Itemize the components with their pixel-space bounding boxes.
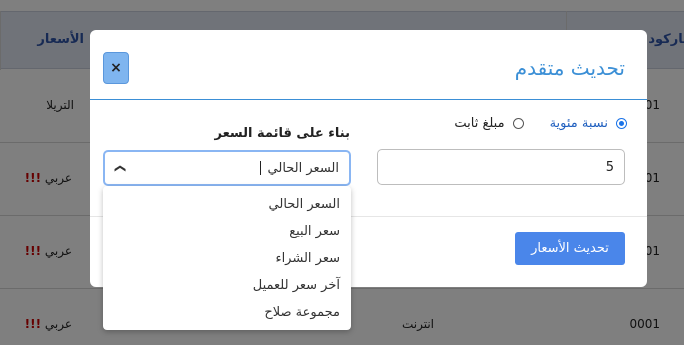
dropdown-option[interactable]: سعر البيع — [103, 218, 351, 245]
percentage-radio[interactable] — [616, 118, 627, 129]
percentage-label[interactable]: نسبة مئوية — [550, 116, 608, 131]
price-list-select[interactable]: السعر الحالي ❮ — [103, 150, 351, 186]
modal-title: تحديث متقدم — [514, 56, 625, 80]
fixed-amount-radio[interactable] — [512, 118, 524, 129]
value-input[interactable]: 5 — [377, 149, 625, 185]
fixed-amount-label[interactable]: مبلغ ثابت — [454, 116, 504, 131]
price-list-label: بناء على قائمة السعر — [214, 126, 351, 141]
dropdown-option[interactable]: آخر سعر للعميل — [103, 272, 351, 299]
chevron-down-icon: ❮ — [113, 163, 127, 173]
price-list-dropdown: السعر الحالي سعر البيع سعر الشراء آخر سع… — [103, 186, 351, 330]
dropdown-option[interactable]: السعر الحالي — [103, 191, 351, 218]
selected-value: السعر الحالي — [267, 160, 339, 176]
close-button[interactable]: × — [103, 52, 129, 84]
update-type-radios: نسبة مئوية مبلغ ثابت — [454, 116, 627, 131]
title-divider — [90, 99, 647, 100]
dropdown-option[interactable]: مجموعة صلاح — [103, 299, 351, 326]
dropdown-option[interactable]: سعر الشراء — [103, 245, 351, 272]
update-prices-button[interactable]: تحديث الأسعار — [515, 232, 625, 265]
